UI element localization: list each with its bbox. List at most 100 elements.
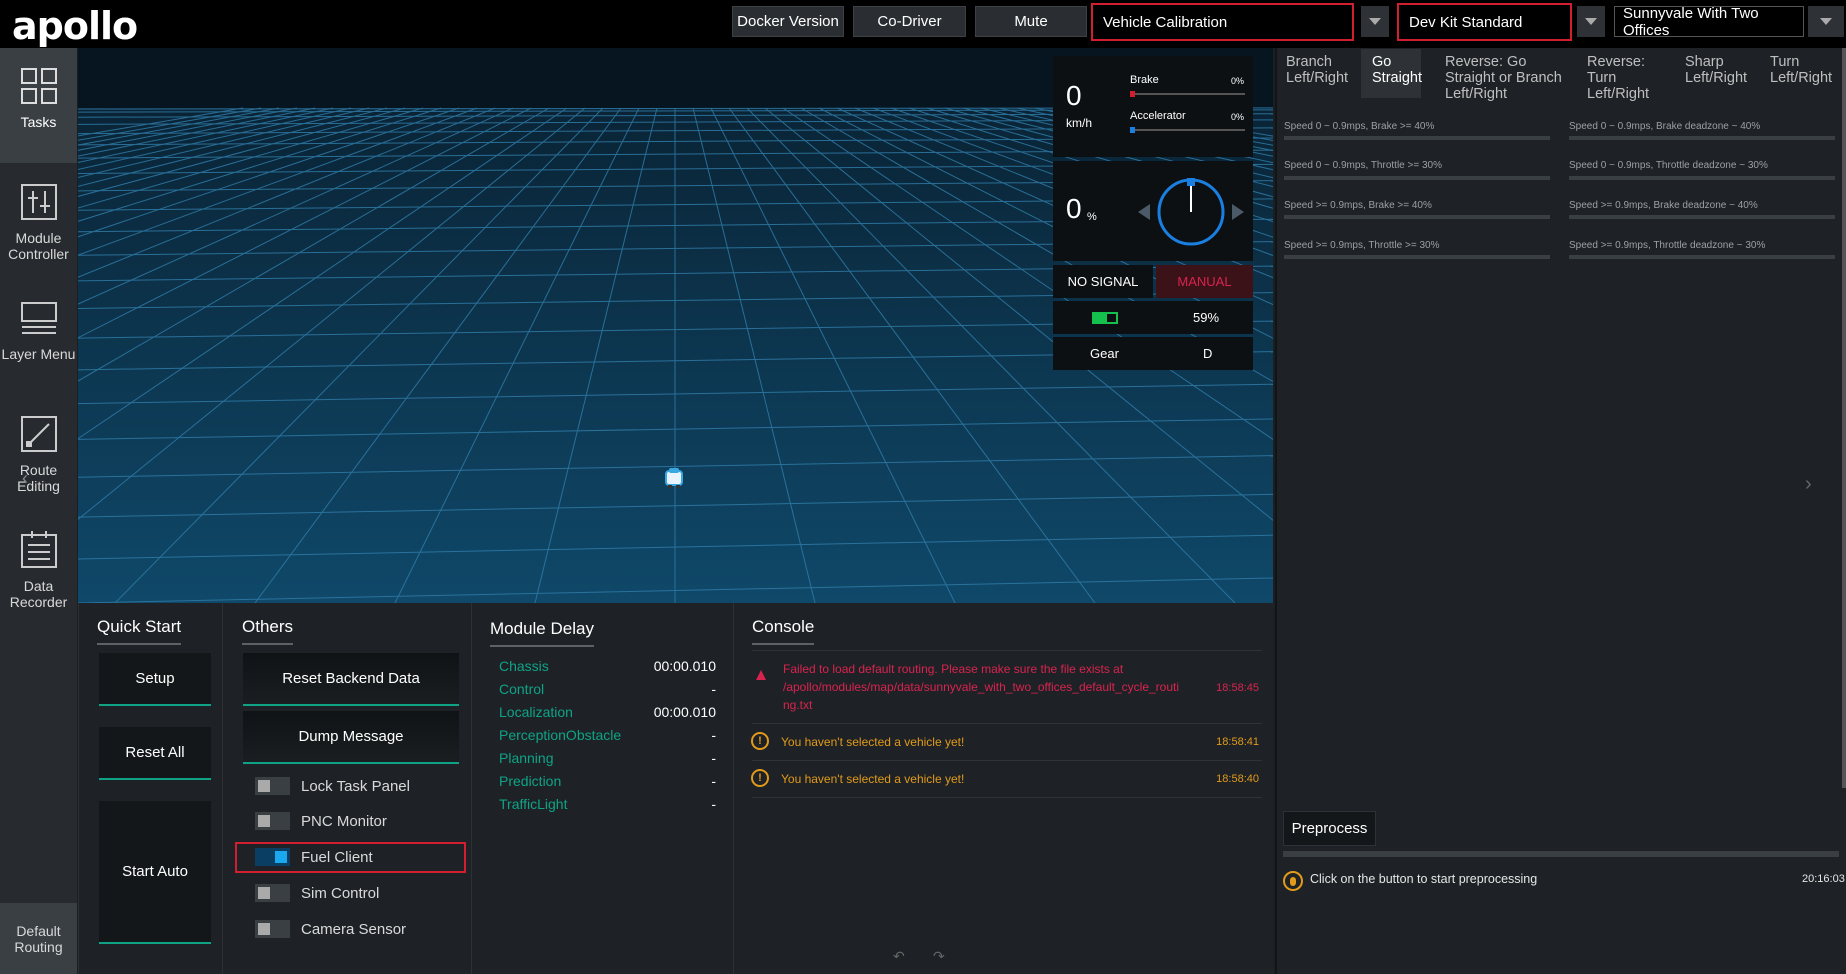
speed-panel: 0 km/h Brake 0% Accelerator 0%: [1053, 56, 1253, 157]
side-nav: Tasks Module Controller Layer Menu Route…: [0, 48, 77, 974]
chevron-down-icon: [1820, 18, 1832, 25]
toggle-pnc-monitor[interactable]: PNC Monitor: [255, 809, 387, 833]
grid-line: [78, 107, 460, 238]
console-message-time: 18:58:45: [1216, 682, 1259, 694]
mode-select[interactable]: Vehicle Calibration: [1091, 3, 1354, 41]
console-message-text: Failed to load default routing. Please m…: [783, 662, 1180, 712]
layers-icon: [20, 302, 57, 334]
tab-turn-left-right[interactable]: Turn Left/Right: [1770, 54, 1840, 86]
calibration-metric-label: Speed 0 ~ 0.9mps, Throttle deadzone ~ 30…: [1569, 160, 1768, 171]
toggle-fuel-client[interactable]: Fuel Client: [255, 845, 373, 869]
tab-go-straight[interactable]: Go Straight: [1361, 49, 1422, 98]
tab-reverse-turn[interactable]: Reverse: Turn Left/Right: [1587, 54, 1652, 102]
warning-triangle-icon: ▲: [752, 665, 770, 684]
vehicle-select-dropdown[interactable]: [1577, 6, 1605, 37]
sidebar-item-label: Route Editing: [17, 462, 60, 494]
grid-line: [78, 107, 406, 197]
steering-wheel-icon: [1138, 178, 1244, 246]
toggle-switch[interactable]: [255, 884, 290, 902]
sidebar-item-tasks[interactable]: Tasks: [0, 48, 77, 163]
toggle-switch[interactable]: [255, 812, 290, 830]
toggle-switch[interactable]: [255, 777, 290, 795]
delay-row-planning: Planning -: [499, 750, 716, 766]
toggle-switch[interactable]: [255, 848, 290, 866]
gear-value: D: [1203, 346, 1213, 361]
steering-value: 0: [1066, 193, 1082, 224]
mute-button[interactable]: Mute: [975, 6, 1087, 37]
grid-line: [394, 107, 640, 603]
vehicle-select[interactable]: Dev Kit Standard: [1397, 3, 1572, 41]
toggle-lock-task-panel[interactable]: Lock Task Panel: [255, 774, 410, 798]
preprocess-progress-bar: [1283, 851, 1839, 857]
signal-status: NO SIGNAL: [1053, 265, 1153, 298]
gear-label: Gear: [1090, 346, 1119, 361]
drive-mode-badge: MANUAL: [1156, 265, 1253, 298]
sidebar-item-label: Tasks: [20, 114, 57, 130]
sidebar-item-label: Layer Menu: [1, 346, 76, 362]
map-scene-view[interactable]: 0 km/h Brake 0% Accelerator 0% 0 % NO SI…: [78, 48, 1273, 603]
delay-row-control: Control -: [499, 681, 716, 697]
calibration-metric-label: Speed 0 ~ 0.9mps, Brake deadzone ~ 40%: [1569, 121, 1761, 132]
sidebar-item-module-controller[interactable]: Module Controller: [0, 164, 77, 279]
calibration-metric-label: Speed >= 0.9mps, Throttle deadzone ~ 30%: [1569, 240, 1766, 251]
calibration-progress-bar: [1569, 176, 1835, 180]
default-routing-button[interactable]: Default Routing: [0, 903, 77, 974]
calibration-metric-label: Speed 0 ~ 0.9mps, Throttle >= 30%: [1284, 160, 1442, 171]
reset-backend-data-button[interactable]: Reset Backend Data: [243, 653, 459, 706]
preprocess-button[interactable]: Preprocess: [1283, 811, 1376, 846]
co-driver-button[interactable]: Co-Driver: [853, 6, 966, 37]
grid-line: [78, 107, 496, 278]
steering-unit: %: [1087, 211, 1097, 223]
sidebar-item-route-editing[interactable]: Route Editing: [0, 396, 77, 511]
toggle-sim-control[interactable]: Sim Control: [255, 881, 379, 905]
grid-line: [114, 107, 604, 603]
grid-line: [78, 107, 334, 163]
map-select-dropdown[interactable]: [1808, 6, 1844, 37]
toggle-switch[interactable]: [255, 920, 290, 938]
toggle-label: PNC Monitor: [301, 812, 387, 830]
grid-line: [78, 107, 478, 256]
mode-select-dropdown[interactable]: [1361, 6, 1389, 37]
tab-sharp-left-right[interactable]: Sharp Left/Right: [1685, 54, 1755, 86]
chevron-down-icon: [1585, 18, 1597, 25]
toggle-camera-sensor[interactable]: Camera Sensor: [255, 917, 406, 941]
sidebar-item-layer-menu[interactable]: Layer Menu: [0, 280, 77, 395]
delay-row-prediction: Prediction -: [499, 773, 716, 789]
map-select[interactable]: Sunnyvale With Two Offices: [1614, 5, 1804, 39]
toggle-label: Fuel Client: [301, 848, 373, 866]
tab-branch-left-right[interactable]: Branch Left/Right: [1286, 54, 1356, 86]
calibration-progress-bar: [1284, 215, 1550, 219]
setup-button[interactable]: Setup: [99, 653, 211, 706]
sliders-icon: [20, 184, 57, 220]
delay-row-localization: Localization 00:00.010: [499, 704, 716, 720]
console-message-error: ▲ Failed to load default routing. Please…: [751, 660, 1259, 714]
chevron-left-icon[interactable]: ‹: [22, 468, 28, 489]
scrollbar[interactable]: [1842, 48, 1846, 788]
console-message-time: 18:58:40: [1216, 773, 1259, 785]
tab-reverse-go-straight[interactable]: Reverse: Go Straight or Branch Left/Righ…: [1445, 54, 1565, 102]
calibration-progress-bar: [1284, 136, 1550, 140]
sidebar-item-data-recorder[interactable]: Data Recorder: [0, 512, 77, 627]
speed-unit: km/h: [1066, 116, 1093, 130]
brake-value: 0%: [1231, 76, 1245, 86]
panel-collapse-chevron-icon[interactable]: ›: [1805, 473, 1812, 496]
top-bar: apollo Docker Version Co-Driver Mute Veh…: [0, 0, 1846, 48]
grid-line: [78, 107, 262, 141]
redo-icon[interactable]: ↷: [933, 948, 945, 965]
grid-line: [710, 107, 956, 603]
docker-version-button[interactable]: Docker Version: [732, 6, 844, 37]
calibration-progress-bar: [1569, 136, 1835, 140]
delay-row-chassis: Chassis 00:00.010: [499, 658, 716, 674]
console-message-warn: ! You haven't selected a vehicle yet! 18…: [751, 732, 1259, 751]
info-alert-icon: [1283, 871, 1303, 891]
grid-line: [78, 107, 244, 137]
grid-line: [692, 107, 816, 603]
reset-all-button[interactable]: Reset All: [99, 727, 211, 780]
calibration-metric-label: Speed >= 0.9mps, Throttle >= 30%: [1284, 240, 1440, 251]
alert-circle-icon: !: [751, 732, 769, 750]
dump-message-button[interactable]: Dump Message: [243, 711, 459, 764]
start-auto-button[interactable]: Start Auto: [99, 801, 211, 944]
undo-icon[interactable]: ↶: [893, 948, 905, 965]
grid-icon: [20, 68, 57, 104]
brake-bar: [1130, 91, 1245, 97]
